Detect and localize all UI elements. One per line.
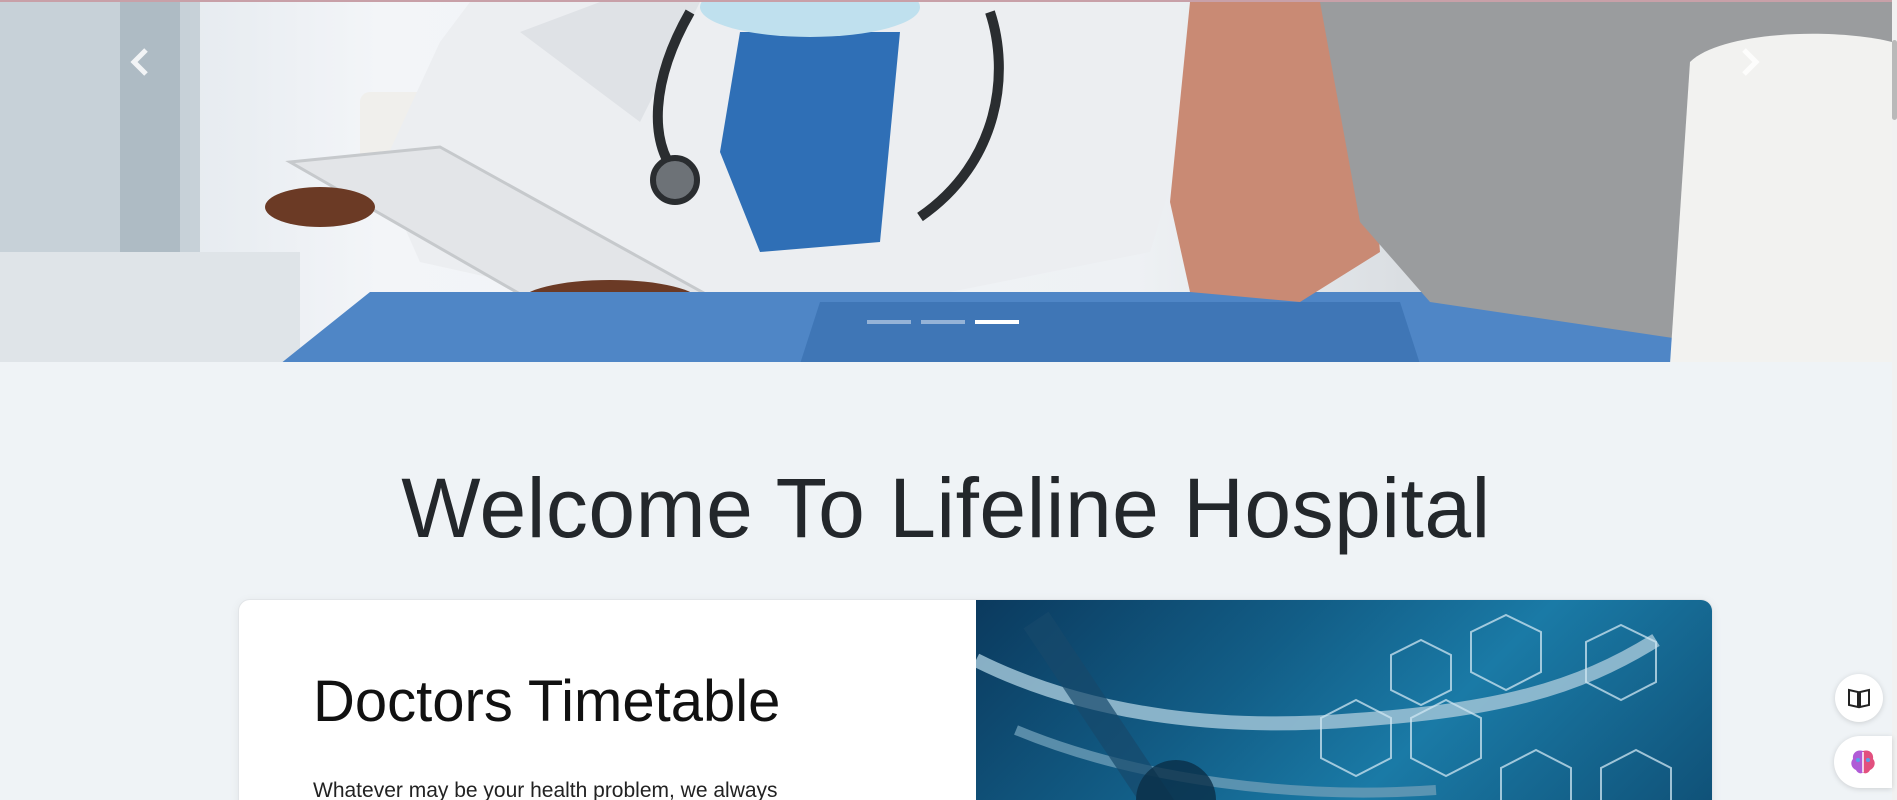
welcome-title: Welcome To Lifeline Hospital [401,461,1491,555]
carousel-prev-button[interactable] [120,42,160,82]
page-scrollbar[interactable] [1892,0,1897,800]
carousel-next-button[interactable] [1730,42,1770,82]
book-icon [1848,688,1870,709]
card-title: Doctors Timetable [313,669,781,734]
doctors-timetable-card: Doctors Timetable Whatever may be your h… [238,599,1713,800]
carousel-indicator-1[interactable] [867,320,911,324]
card-description: Whatever may be your health problem, we … [313,779,778,800]
carousel-indicators [867,320,1019,324]
reader-mode-button[interactable] [1835,674,1883,722]
card-text-block: Doctors Timetable Whatever may be your h… [313,668,913,800]
ai-assistant-button[interactable] [1834,736,1892,788]
carousel-indicator-3[interactable] [975,320,1019,324]
stethoscope-image [976,600,1712,800]
carousel-indicator-2[interactable] [921,320,965,324]
hero-image [0,2,1892,362]
chevron-right-icon [1742,48,1760,76]
stethoscope-illustration [976,611,1672,800]
hero-carousel [0,0,1892,362]
chevron-left-icon [130,48,148,76]
brain-icon [1851,750,1875,774]
scrollbar-thumb[interactable] [1892,40,1897,120]
